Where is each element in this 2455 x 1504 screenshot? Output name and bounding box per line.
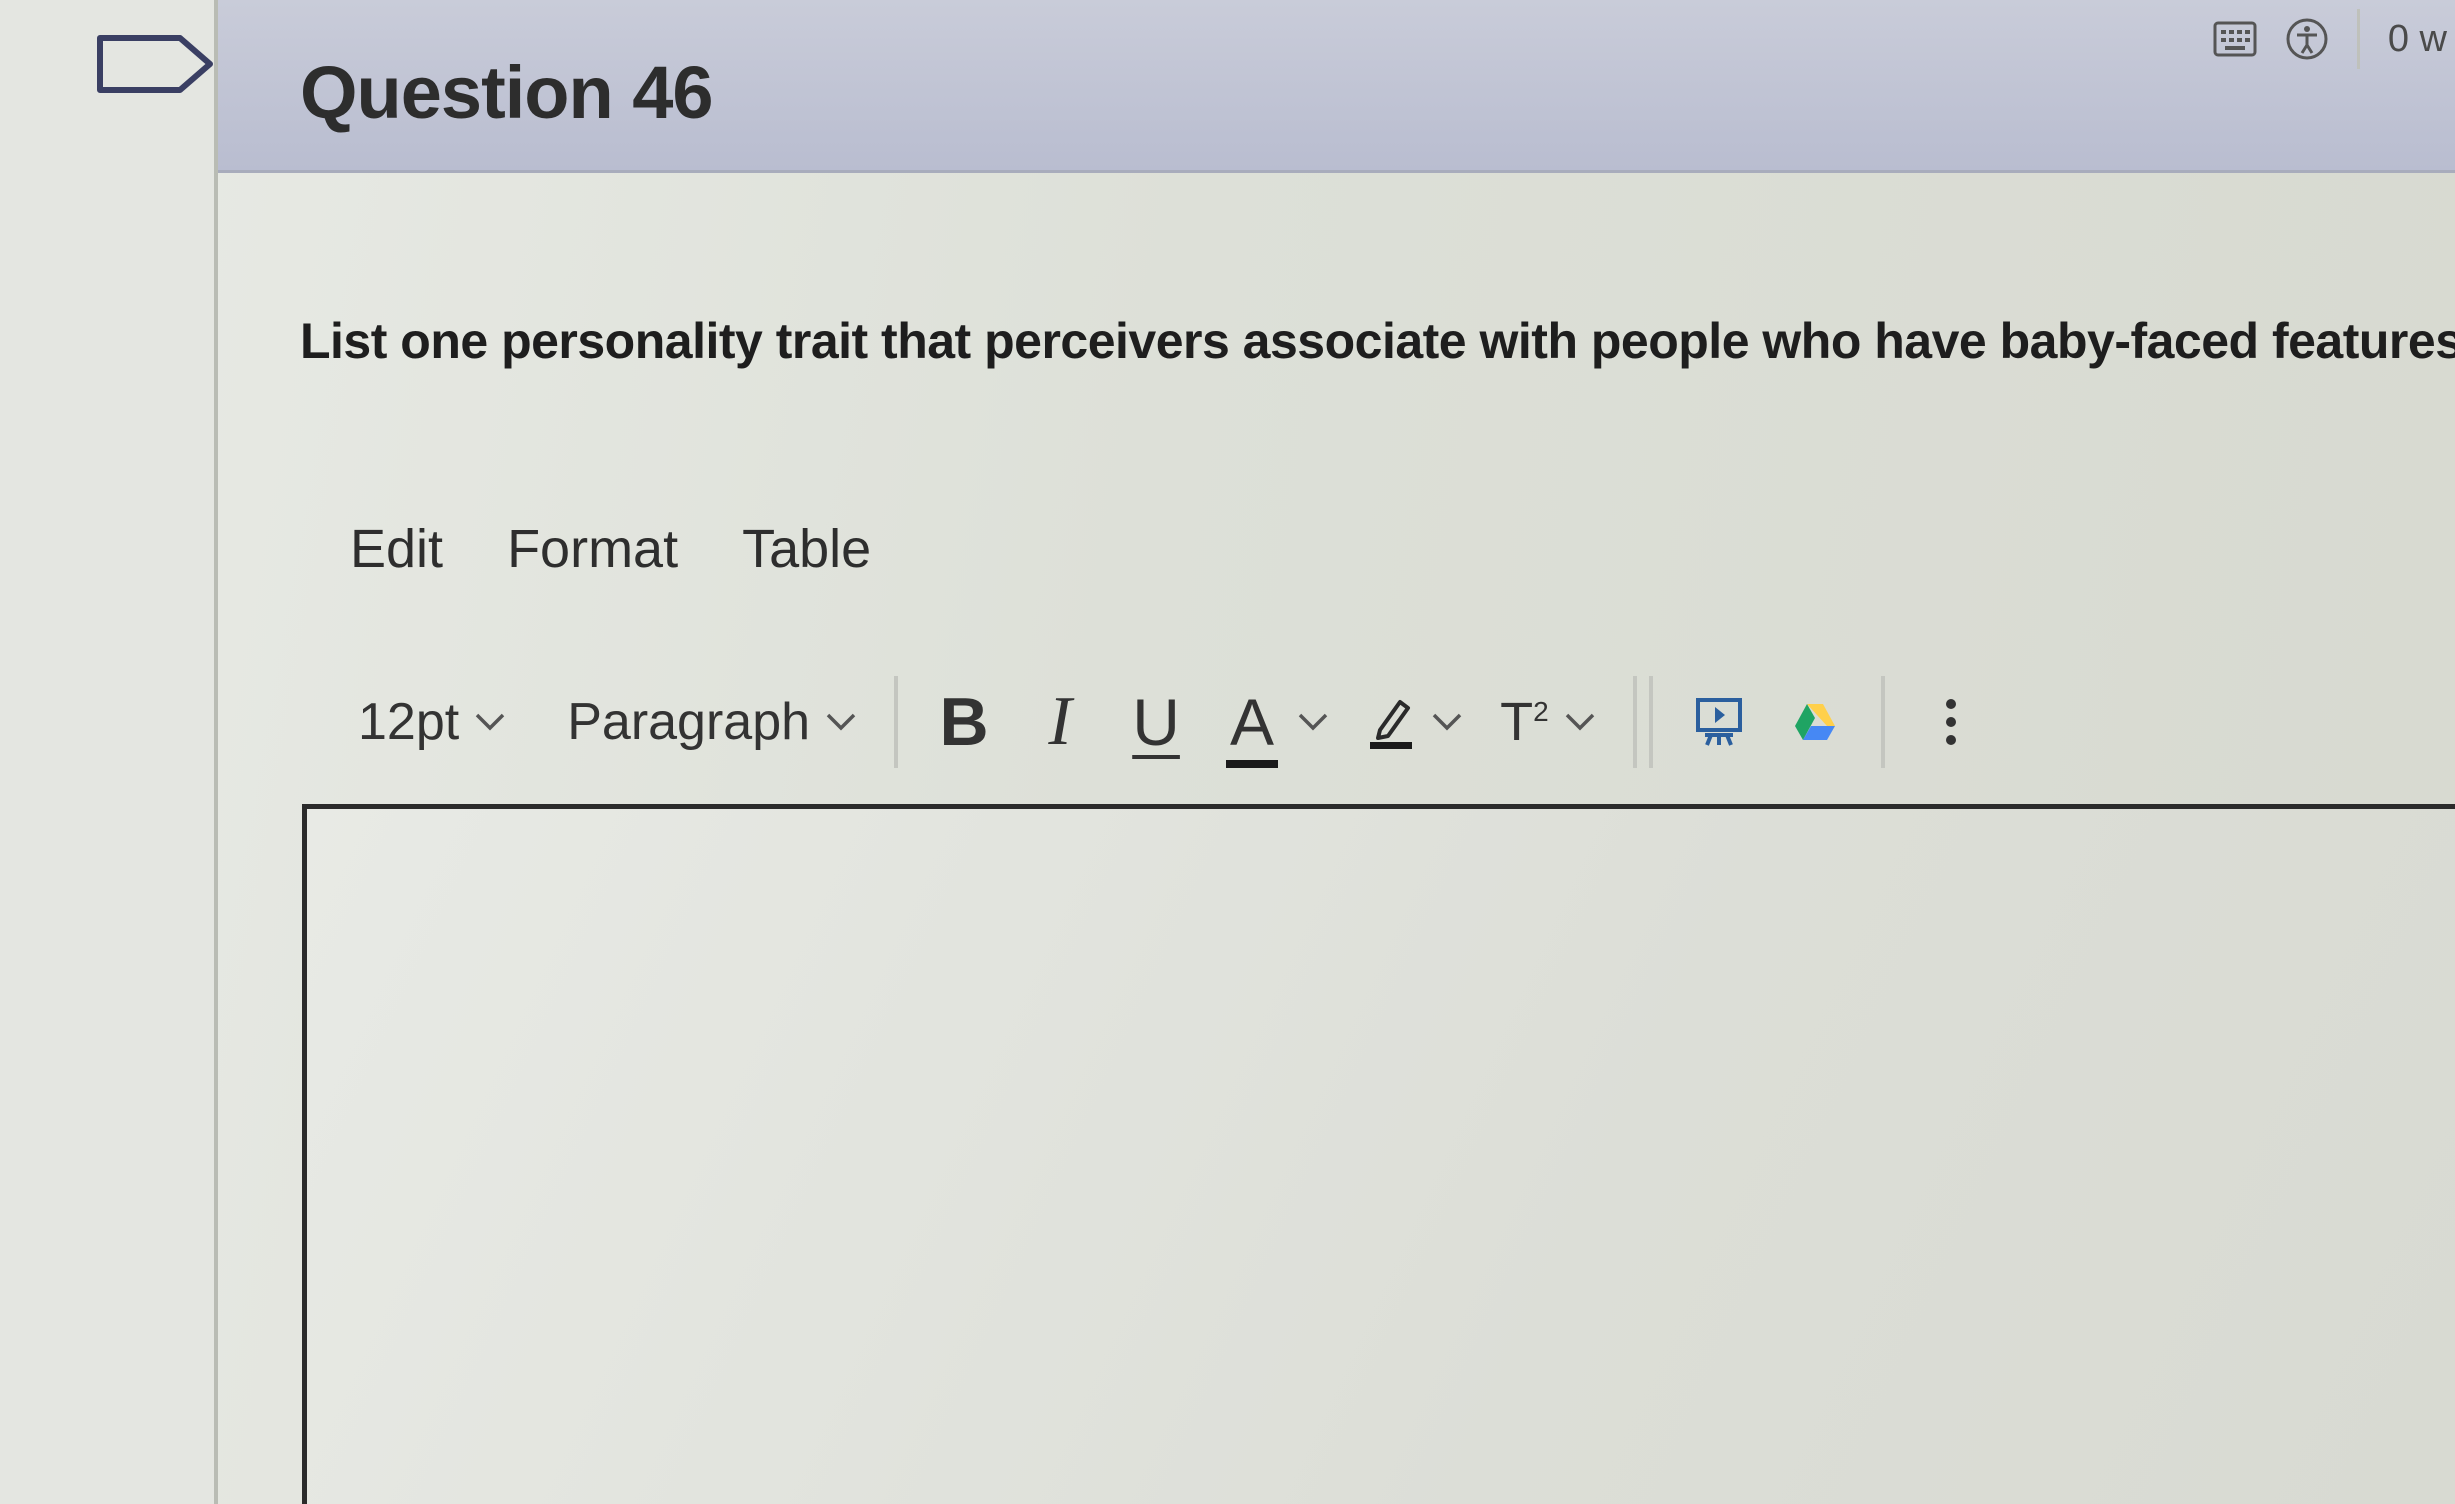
superscript-dropdown[interactable]: T2 <box>1500 691 1597 753</box>
toolbar-separator <box>894 676 899 768</box>
text-color-letter: A <box>1230 685 1275 759</box>
question-prompt: List one personality trait that perceive… <box>300 313 2455 369</box>
left-rail <box>0 0 218 1504</box>
text-color-button[interactable]: A <box>1222 682 1282 768</box>
superscript-base: T <box>1500 692 1534 752</box>
toolbar-separator <box>1632 676 1637 768</box>
google-drive-icon <box>1794 704 1835 740</box>
google-drive-button[interactable] <box>1785 682 1845 762</box>
chevron-down-icon <box>1565 713 1594 731</box>
highlight-pen-icon[interactable] <box>1366 694 1416 750</box>
keyboard-icon[interactable] <box>2213 17 2257 61</box>
header-tools: 0 w <box>2213 4 2455 74</box>
menu-table[interactable]: Table <box>742 518 871 580</box>
quiz-page: 0 w Question 46 List one personality tra… <box>0 0 2455 1504</box>
editor-menubar: Edit Format Table <box>350 518 871 580</box>
menu-edit[interactable]: Edit <box>350 518 443 580</box>
question-title: Question 46 <box>300 51 714 134</box>
header-separator <box>2356 9 2360 69</box>
bold-button[interactable]: B <box>934 682 994 762</box>
toolbar-separator <box>1880 676 1885 768</box>
more-button[interactable] <box>1921 682 1981 762</box>
text-color-dropdown[interactable]: A <box>1222 682 1330 768</box>
block-format-value: Paragraph <box>567 693 811 751</box>
editor-toolbar: 12pt Paragraph B I U A T2 <box>358 672 1981 772</box>
superscript-button[interactable]: T2 <box>1500 691 1549 753</box>
font-size-dropdown[interactable]: 12pt <box>358 692 507 752</box>
answer-editor[interactable] <box>302 804 2455 1504</box>
media-icon <box>1695 698 1742 746</box>
underline-button[interactable]: U <box>1126 682 1186 762</box>
word-count-label: 0 w <box>2387 17 2447 60</box>
highlight-dropdown[interactable] <box>1366 694 1464 750</box>
flag-icon[interactable] <box>96 34 216 94</box>
chevron-down-icon <box>475 713 505 731</box>
media-button[interactable] <box>1689 682 1749 762</box>
chevron-down-icon <box>1298 713 1328 731</box>
superscript-exponent: 2 <box>1533 696 1549 727</box>
chevron-down-icon <box>1432 713 1462 731</box>
text-color-swatch <box>1226 760 1279 768</box>
font-size-value: 12pt <box>358 693 460 751</box>
italic-button[interactable]: I <box>1030 682 1090 762</box>
toolbar-separator <box>1648 676 1653 768</box>
chevron-down-icon <box>826 713 856 731</box>
menu-format[interactable]: Format <box>507 518 678 580</box>
block-format-dropdown[interactable]: Paragraph <box>567 692 858 752</box>
more-vertical-icon <box>1945 699 1956 745</box>
accessibility-icon[interactable] <box>2285 17 2329 61</box>
